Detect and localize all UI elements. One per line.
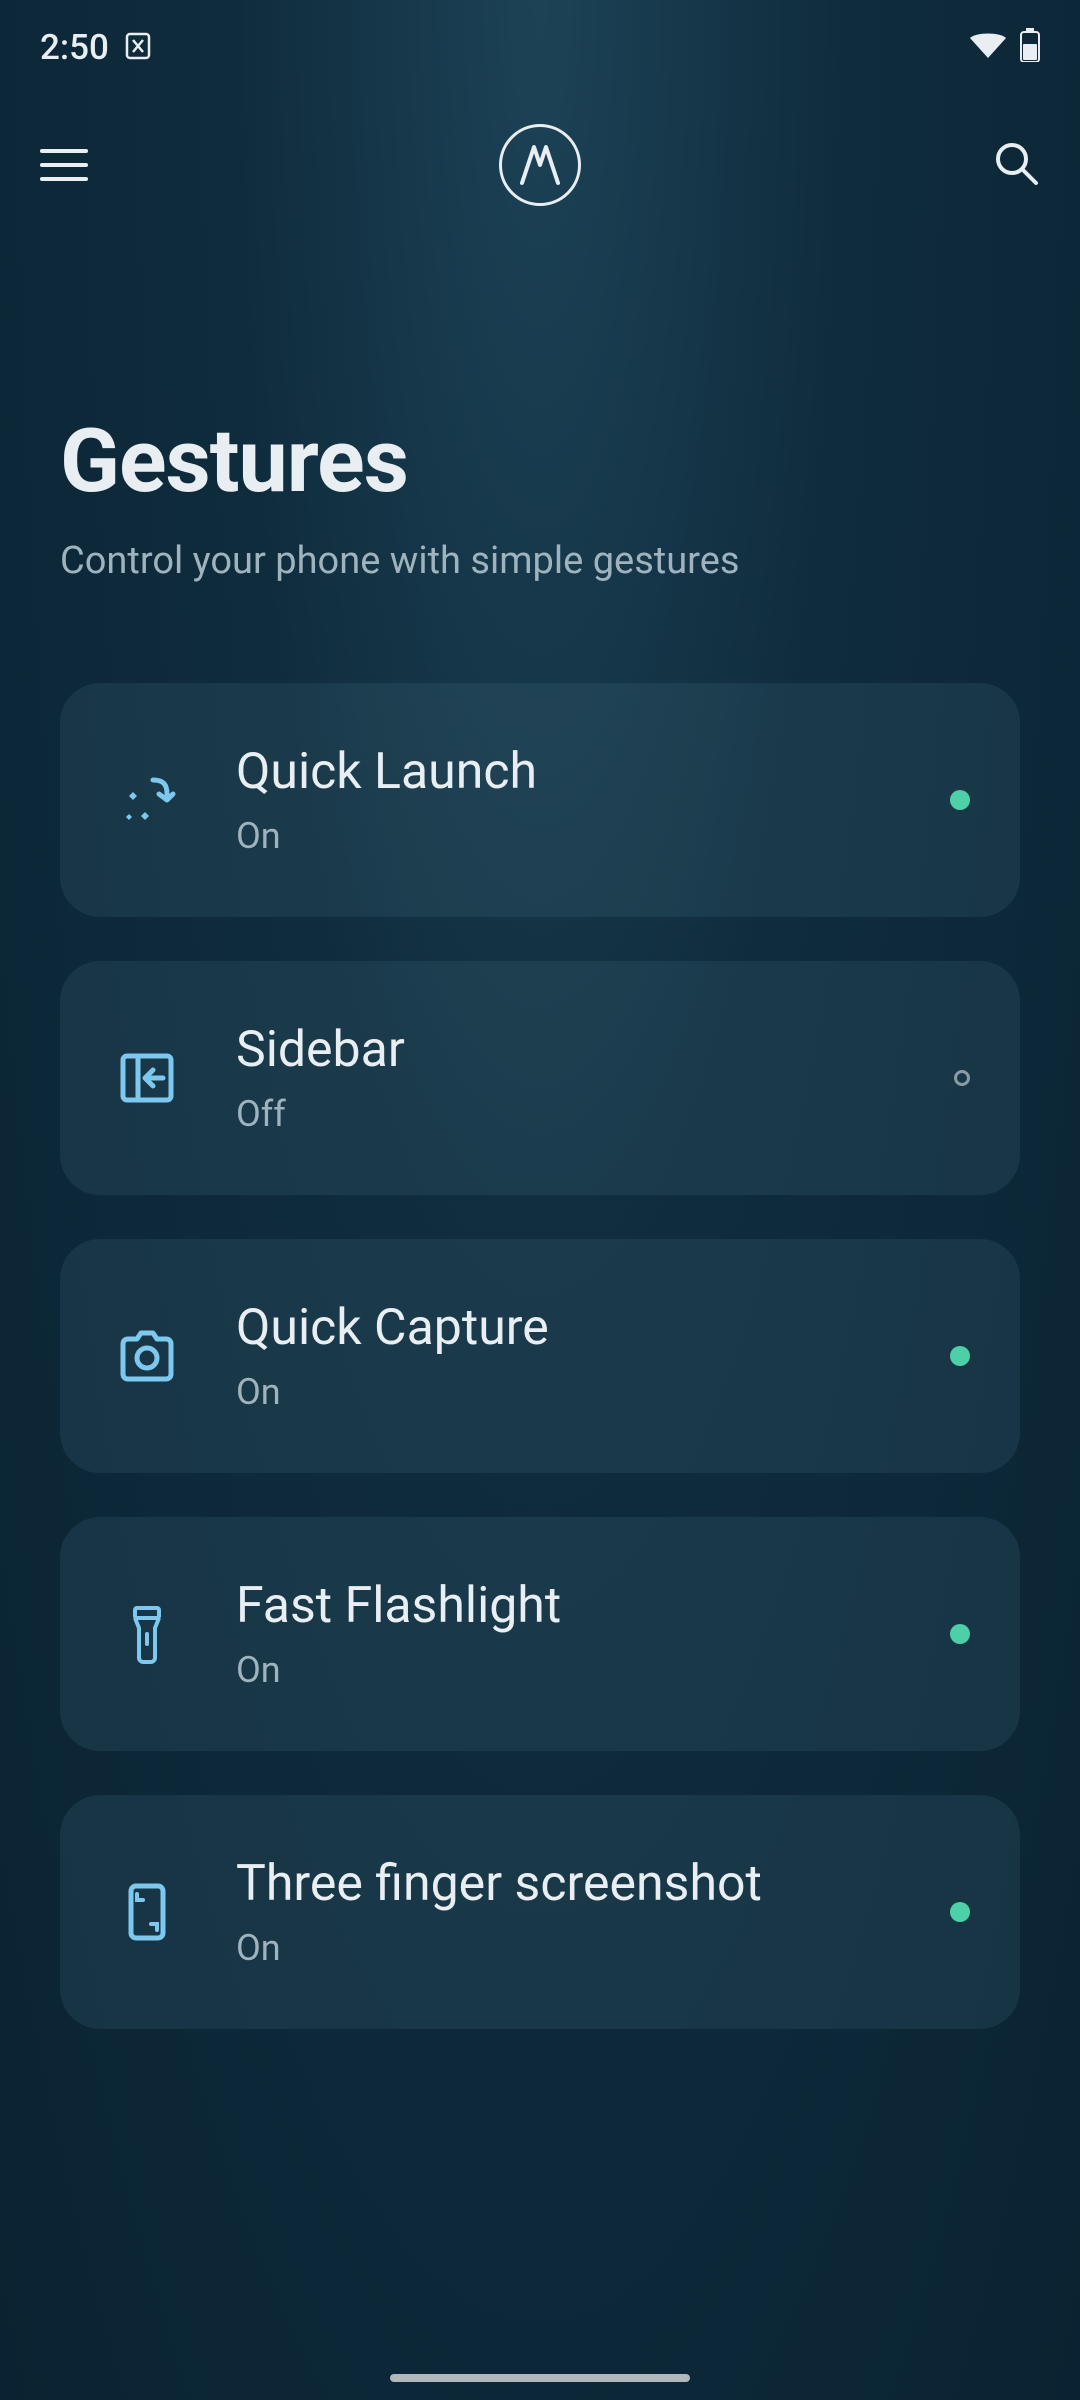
list-item-title: Three finger screenshot [236, 1855, 906, 1913]
list-item-text: Sidebar Off [236, 1021, 910, 1135]
list-item-title: Quick Launch [236, 743, 906, 801]
list-item-status: On [236, 1649, 906, 1691]
app-bar [0, 90, 1080, 240]
motorola-logo [499, 124, 581, 206]
camera-icon [102, 1311, 192, 1401]
status-indicator-on [950, 1346, 970, 1366]
wifi-icon [968, 30, 1008, 64]
list-item-status: Off [236, 1093, 910, 1135]
home-indicator[interactable] [390, 2374, 690, 2382]
search-icon [992, 139, 1040, 187]
flashlight-icon [102, 1589, 192, 1679]
status-time: 2:50 [40, 27, 109, 68]
list-item-quick-capture[interactable]: Quick Capture On [60, 1239, 1020, 1473]
list-item-text: Quick Launch On [236, 743, 906, 857]
list-item-quick-launch[interactable]: Quick Launch On [60, 683, 1020, 917]
status-left: 2:50 [40, 27, 151, 68]
settings-list: Quick Launch On Sidebar Off Quick Captu [0, 643, 1080, 2029]
list-item-title: Fast Flashlight [236, 1577, 906, 1635]
page-subtitle: Control your phone with simple gestures [60, 539, 1020, 583]
list-item-title: Quick Capture [236, 1299, 906, 1357]
status-indicator-on [950, 790, 970, 810]
battery-saver-icon [125, 30, 151, 64]
status-indicator-on [950, 1624, 970, 1644]
menu-button[interactable] [40, 141, 88, 189]
page-title: Gestures [60, 410, 1020, 513]
status-indicator-off [954, 1070, 970, 1086]
status-bar: 2:50 [0, 0, 1080, 90]
status-indicator-on [950, 1902, 970, 1922]
list-item-text: Quick Capture On [236, 1299, 906, 1413]
status-right [968, 28, 1040, 66]
list-item-three-finger-screenshot[interactable]: Three finger screenshot On [60, 1795, 1020, 2029]
sidebar-icon [102, 1033, 192, 1123]
search-button[interactable] [992, 139, 1040, 191]
list-item-sidebar[interactable]: Sidebar Off [60, 961, 1020, 1195]
battery-icon [1020, 28, 1040, 66]
hamburger-icon [40, 149, 88, 153]
list-item-status: On [236, 815, 906, 857]
quick-launch-icon [102, 755, 192, 845]
list-item-title: Sidebar [236, 1021, 910, 1079]
screenshot-icon [102, 1867, 192, 1957]
list-item-text: Fast Flashlight On [236, 1577, 906, 1691]
list-item-fast-flashlight[interactable]: Fast Flashlight On [60, 1517, 1020, 1751]
page-header: Gestures Control your phone with simple … [0, 240, 1080, 643]
list-item-text: Three finger screenshot On [236, 1855, 906, 1969]
list-item-status: On [236, 1927, 906, 1969]
list-item-status: On [236, 1371, 906, 1413]
